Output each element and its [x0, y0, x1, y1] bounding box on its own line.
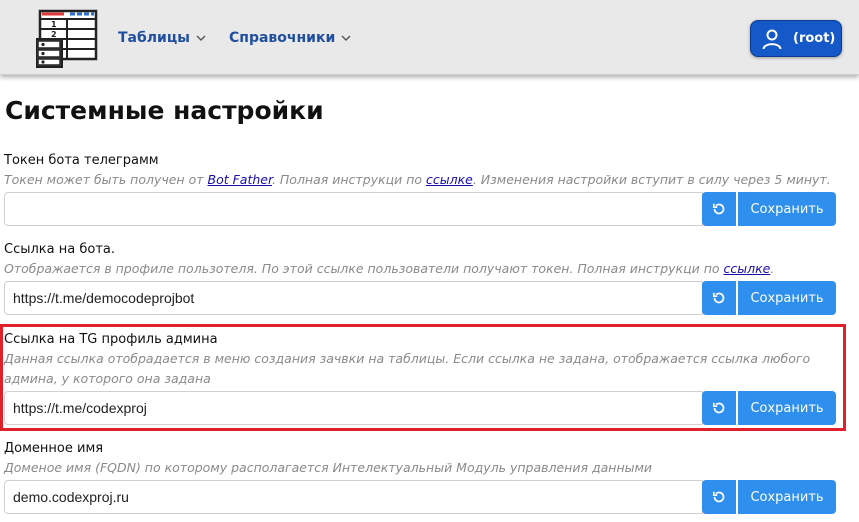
setting-label: Доменное имя	[4, 441, 104, 456]
instruction-link[interactable]: ссылке	[426, 172, 473, 187]
nav-references[interactable]: Справочники	[229, 30, 351, 46]
setting-hint: Доменое имя (FQDN) по которому располага…	[4, 460, 653, 475]
undo-icon	[712, 491, 725, 503]
admin-tg-link-input[interactable]	[4, 391, 703, 425]
save-button[interactable]: Сохранить	[738, 192, 836, 226]
undo-icon	[712, 292, 725, 304]
setting-domain-name: Доменное имя Доменое имя (FQDN) по котор…	[4, 440, 836, 514]
page-title: Системные настройки	[5, 96, 324, 125]
bot-link-input[interactable]	[4, 281, 703, 315]
setting-hint: Данная ссылка отобрадается в меню создан…	[4, 351, 811, 386]
reset-button[interactable]	[702, 192, 736, 226]
reset-button[interactable]	[702, 480, 736, 514]
nav-references-label: Справочники	[229, 30, 336, 46]
setting-label: Ссылка на бота.	[4, 242, 115, 257]
undo-icon	[712, 402, 725, 414]
hint-text: .	[770, 261, 775, 276]
save-button[interactable]: Сохранить	[738, 480, 836, 514]
domain-name-input[interactable]	[4, 480, 703, 514]
reset-button[interactable]	[702, 281, 736, 315]
input-group: Сохранить	[4, 391, 836, 425]
input-group: Сохранить	[4, 192, 836, 226]
nav-tables[interactable]: Таблицы	[118, 30, 206, 46]
user-name: (root)	[793, 31, 836, 46]
svg-text:2: 2	[51, 30, 57, 39]
app-logo-icon[interactable]: 1 2	[36, 9, 98, 69]
instruction-link[interactable]: ссылке	[723, 261, 770, 276]
setting-label: Токен бота телеграмм	[4, 153, 159, 168]
undo-icon	[712, 203, 725, 215]
setting-bot-token: Токен бота телеграмм Токен может быть по…	[4, 152, 836, 226]
hint-text: Отображается в профиле пользотеля. По эт…	[4, 261, 724, 276]
input-group: Сохранить	[4, 281, 836, 315]
setting-hint: Токен может быть получен от Bot Father. …	[4, 170, 836, 190]
save-button[interactable]: Сохранить	[738, 281, 836, 315]
save-button[interactable]: Сохранить	[738, 391, 836, 425]
bot-father-link[interactable]: Bot Father	[208, 172, 272, 187]
user-menu-button[interactable]: (root)	[750, 20, 842, 57]
hint-text: . Изменения настройки вступит в силу чер…	[472, 172, 831, 187]
nav-tables-label: Таблицы	[118, 30, 190, 46]
user-icon	[762, 29, 782, 49]
svg-text:1: 1	[51, 20, 57, 29]
setting-admin-tg-link: Ссылка на TG профиль админа Данная ссылк…	[4, 331, 836, 425]
input-group: Сохранить	[4, 480, 836, 514]
bot-token-input[interactable]	[4, 192, 703, 226]
top-navbar: 1 2 Таблицы Справочники (root)	[0, 0, 859, 75]
reset-button[interactable]	[702, 391, 736, 425]
chevron-down-icon	[196, 35, 206, 41]
hint-text: Токен может быть получен от	[4, 172, 208, 187]
chevron-down-icon	[341, 35, 351, 41]
setting-bot-link: Ссылка на бота. Отображается в профиле п…	[4, 241, 836, 315]
setting-label: Ссылка на TG профиль админа	[4, 332, 218, 347]
setting-hint: Отображается в профиле пользотеля. По эт…	[4, 259, 836, 279]
hint-text: . Полная инструкци по	[271, 172, 426, 187]
